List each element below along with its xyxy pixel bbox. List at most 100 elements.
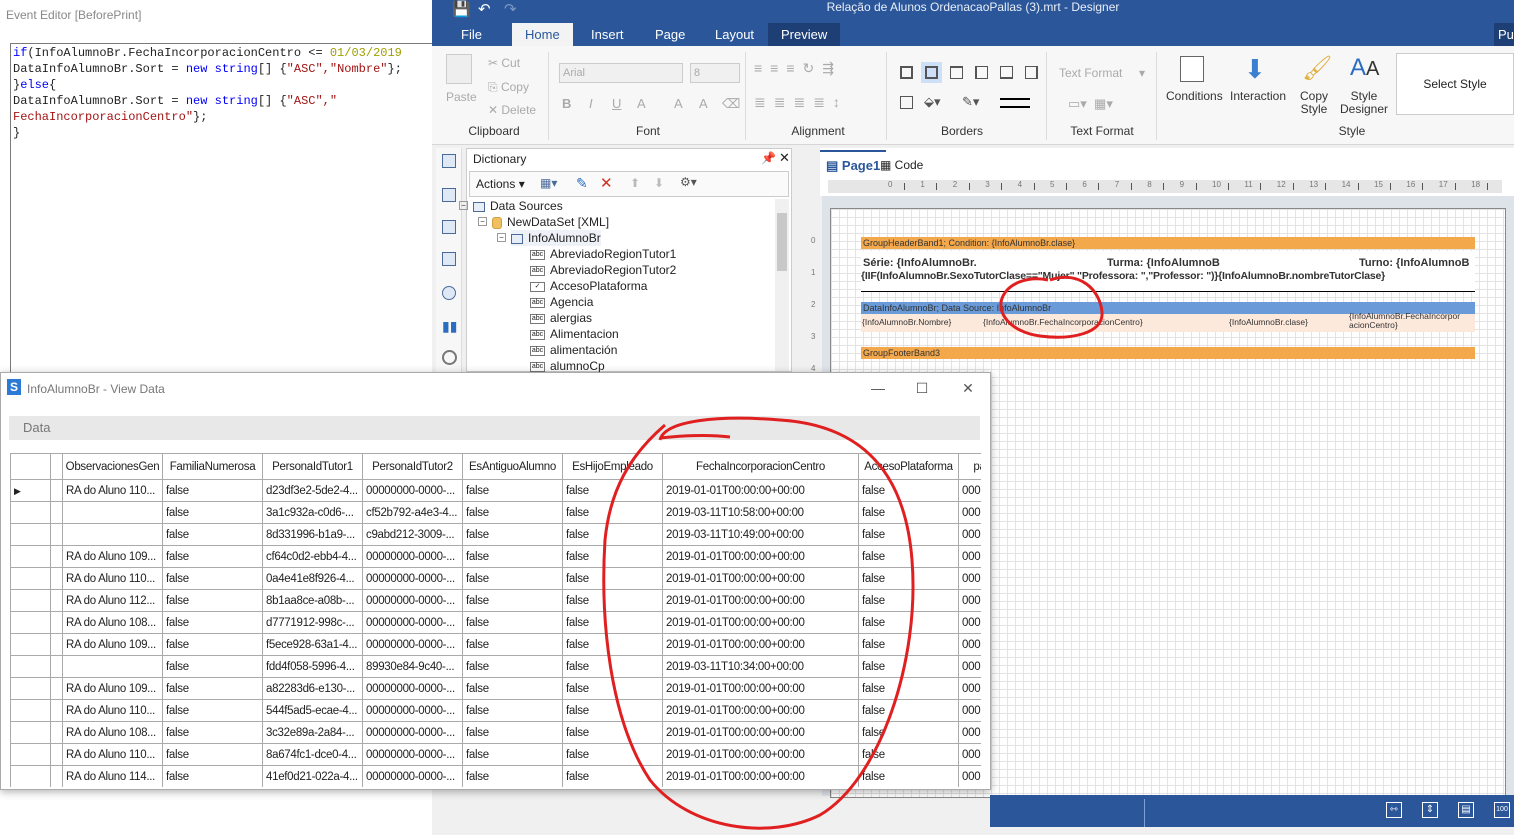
table-cell[interactable]: 000	[959, 744, 981, 766]
cut-button[interactable]: ✂ Cut	[488, 56, 520, 70]
table-cell[interactable]: false	[859, 546, 959, 568]
table-cell[interactable]: f5ece928-63a1-4...	[263, 634, 363, 656]
chart-icon[interactable]: ▮▮	[442, 318, 457, 335]
table-cell[interactable]: 00000000-0000-...	[363, 612, 463, 634]
table-cell[interactable]: false	[859, 524, 959, 546]
fit-height-icon[interactable]: ⇕	[1422, 802, 1438, 818]
table-cell[interactable]: false	[859, 700, 959, 722]
pin-icon[interactable]: 📌	[761, 151, 776, 165]
save-icon[interactable]: 💾	[452, 0, 471, 18]
table-cell[interactable]: RA do Aluno 108...	[63, 722, 163, 744]
group-footer-band[interactable]: GroupFooterBand3	[861, 347, 1475, 359]
tree-item[interactable]: abc Agencia	[530, 294, 593, 310]
border-width-icon[interactable]	[1000, 98, 1030, 108]
table-cell[interactable]: 2019-01-01T00:00:00+00:00	[663, 722, 859, 744]
table-cell[interactable]: false	[563, 568, 663, 590]
tree-item[interactable]: abc Alimentacion	[530, 326, 619, 342]
table-cell[interactable]: false	[859, 722, 959, 744]
table-cell[interactable]: false	[859, 612, 959, 634]
table-cell[interactable]: false	[563, 744, 663, 766]
table-cell[interactable]: 3a1c932a-c0d6-...	[263, 502, 363, 524]
table-cell[interactable]: false	[859, 744, 959, 766]
table-cell[interactable]: false	[563, 590, 663, 612]
table-cell[interactable]: 000	[959, 480, 981, 502]
scrollbar-thumb[interactable]	[777, 213, 787, 271]
table-cell[interactable]: false	[463, 634, 563, 656]
actions-menu[interactable]: Actions ▾	[476, 177, 525, 191]
table-cell[interactable]: RA do Aluno 110...	[63, 480, 163, 502]
table-cell[interactable]: 00000000-0000-...	[363, 744, 463, 766]
table-cell[interactable]: false	[163, 546, 263, 568]
group-header-band[interactable]: GroupHeaderBand1; Condition: {InfoAlumno…	[861, 237, 1475, 249]
table-cell[interactable]: false	[859, 568, 959, 590]
tab-code[interactable]: ▦ Code	[876, 152, 927, 178]
move-down-icon[interactable]: ⬇	[654, 176, 664, 190]
table-cell[interactable]: 000	[959, 612, 981, 634]
row-header[interactable]	[11, 656, 51, 678]
row-header[interactable]	[11, 766, 51, 787]
table-cell[interactable]: false	[859, 634, 959, 656]
table-cell[interactable]: false	[463, 546, 563, 568]
style-designer-button[interactable]: Style Designer	[1338, 90, 1390, 116]
column-header[interactable]: AccesoPlataforma	[859, 454, 959, 480]
column-header[interactable]: EsAntiguoAlumno	[463, 454, 563, 480]
border-all-icon[interactable]	[900, 66, 913, 79]
border-none-icon[interactable]	[925, 66, 938, 79]
table-cell[interactable]: 2019-01-01T00:00:00+00:00	[663, 480, 859, 502]
table-cell[interactable]: RA do Aluno 109...	[63, 678, 163, 700]
column-header[interactable]: PersonaIdTutor1	[263, 454, 363, 480]
table-cell[interactable]: false	[163, 744, 263, 766]
table-cell[interactable]	[63, 524, 163, 546]
table-cell[interactable]: 89930e84-9c40-...	[363, 656, 463, 678]
horizontal-align-icons[interactable]: ≣≣≣≣↕	[754, 94, 848, 111]
tab-insert[interactable]: Insert	[578, 23, 637, 46]
table-cell[interactable]: false	[463, 678, 563, 700]
table-cell[interactable]: false	[563, 766, 663, 787]
font-size-select[interactable]: 8	[690, 63, 740, 83]
row-header[interactable]	[11, 722, 51, 744]
row-header[interactable]	[11, 524, 51, 546]
table-cell[interactable]: false	[563, 634, 663, 656]
maximize-button[interactable]: ☐	[907, 377, 937, 399]
table-cell[interactable]: 0a4e41e8f926-4...	[263, 568, 363, 590]
table-cell[interactable]: false	[563, 546, 663, 568]
zoom-100-icon[interactable]: 100	[1494, 802, 1510, 818]
table-cell[interactable]: 000	[959, 634, 981, 656]
text-format-select[interactable]: Text Format ▾	[1059, 66, 1145, 80]
whole-page-icon[interactable]: ▤	[1458, 802, 1474, 818]
table-cell[interactable]: 000	[959, 546, 981, 568]
row-header[interactable]	[11, 546, 51, 568]
column-header[interactable]: EsHijoEmpleado	[563, 454, 663, 480]
tree-item[interactable]: − NewDataSet [XML]	[478, 214, 609, 230]
table-cell[interactable]: 000	[959, 502, 981, 524]
row-header[interactable]	[11, 502, 51, 524]
table-cell[interactable]: 2019-01-01T00:00:00+00:00	[663, 678, 859, 700]
table-cell[interactable]: RA do Aluno 108...	[63, 612, 163, 634]
settings-gear-icon[interactable]: ⚙▾	[680, 175, 697, 189]
iif-text[interactable]: {IIF(InfoAlumnoBr.SexoTutorClase=="Mujer…	[861, 270, 1385, 283]
column-header[interactable]: PersonaIdTutor2	[363, 454, 463, 480]
table-cell[interactable]: 2019-01-01T00:00:00+00:00	[663, 634, 859, 656]
table-cell[interactable]: d23df3e2-5de2-4...	[263, 480, 363, 502]
table-cell[interactable]: 2019-01-01T00:00:00+00:00	[663, 766, 859, 787]
serie-text[interactable]: Série: {InfoAlumnoBr.	[863, 257, 977, 270]
table-cell[interactable]: false	[463, 524, 563, 546]
table-cell[interactable]: false	[563, 700, 663, 722]
grow-font-button[interactable]: A	[674, 96, 683, 111]
table-cell[interactable]: 000	[959, 678, 981, 700]
field-fecha-2[interactable]: {InfoAlumnoBr.FechaIncorpor acionCentro}	[1349, 312, 1473, 330]
table-cell[interactable]: 00000000-0000-...	[363, 700, 463, 722]
table-cell[interactable]: false	[859, 502, 959, 524]
tab-layout[interactable]: Layout	[702, 23, 767, 46]
fit-width-icon[interactable]: ⇿	[1386, 802, 1402, 818]
table-cell[interactable]: RA do Aluno 110...	[63, 568, 163, 590]
select-style-gallery[interactable]: Select Style	[1396, 53, 1514, 115]
table-cell[interactable]: 2019-03-11T10:49:00+00:00	[663, 524, 859, 546]
paste-button[interactable]: Paste	[446, 90, 477, 104]
table-cell[interactable]: false	[163, 634, 263, 656]
row-header[interactable]	[11, 744, 51, 766]
clear-format-icon[interactable]: ⌫	[722, 96, 740, 112]
tab-page[interactable]: Page	[642, 23, 698, 46]
conditions-button[interactable]: Conditions	[1166, 90, 1223, 103]
row-header[interactable]	[11, 590, 51, 612]
